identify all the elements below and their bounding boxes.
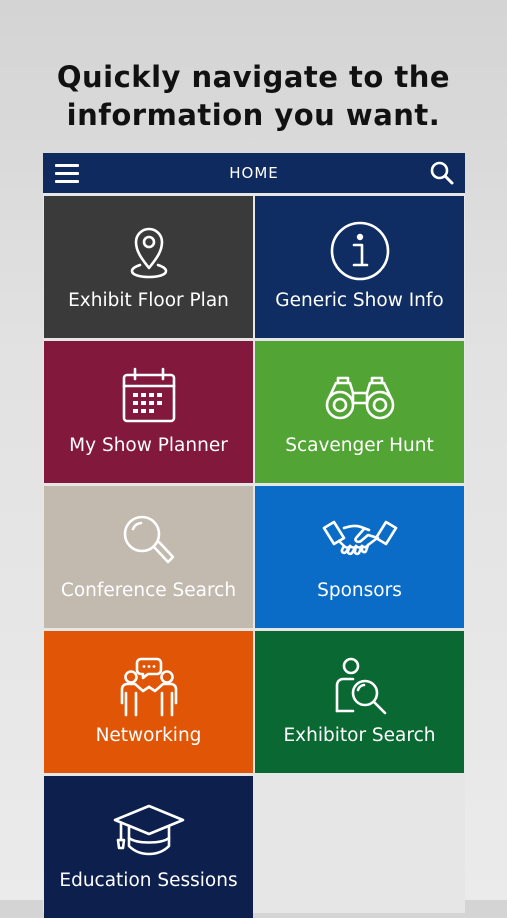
tile-label: Generic Show Info <box>275 290 444 311</box>
tile-conference-search[interactable]: Conference Search <box>44 486 253 628</box>
tile-label: Exhibit Floor Plan <box>68 290 229 311</box>
tile-label: My Show Planner <box>69 435 228 456</box>
person-search-icon <box>327 653 393 719</box>
tile-exhibit-floor-plan[interactable]: Exhibit Floor Plan <box>44 196 253 338</box>
tile-generic-show-info[interactable]: Generic Show Info <box>255 196 464 338</box>
tile-sponsors[interactable]: Sponsors <box>255 486 464 628</box>
tile-label: Education Sessions <box>59 870 238 891</box>
tile-label: Scavenger Hunt <box>285 435 434 456</box>
binoculars-icon <box>325 363 394 429</box>
tile-label: Conference Search <box>60 580 237 601</box>
search-icon[interactable] <box>429 160 455 186</box>
calendar-icon <box>116 363 182 429</box>
top-nav-bar: HOME <box>43 153 465 193</box>
graduation-cap-icon <box>113 798 184 864</box>
tile-networking[interactable]: Networking <box>44 631 253 773</box>
people-chat-icon <box>116 653 182 719</box>
headline-line-1: Quickly navigate to the <box>56 60 451 94</box>
tile-label: Networking <box>95 725 202 746</box>
handshake-icon <box>322 508 397 574</box>
headline: Quickly navigate to the information you … <box>0 58 507 134</box>
info-icon <box>327 218 393 284</box>
tile-exhibitor-search[interactable]: Exhibitor Search <box>255 631 464 773</box>
tile-label: Exhibitor Search <box>283 725 436 746</box>
headline-line-2: information you want. <box>66 98 441 132</box>
magnifier-icon <box>116 508 182 574</box>
tile-education-sessions[interactable]: Education Sessions <box>44 776 253 918</box>
page-title: HOME <box>229 164 279 182</box>
tile-my-show-planner[interactable]: My Show Planner <box>44 341 253 483</box>
tile-scavenger-hunt[interactable]: Scavenger Hunt <box>255 341 464 483</box>
tile-label: Sponsors <box>317 580 402 601</box>
app-screen: HOME Exhibit Floor Plan Generic Show Inf… <box>43 153 465 918</box>
map-pin-icon <box>116 218 182 284</box>
